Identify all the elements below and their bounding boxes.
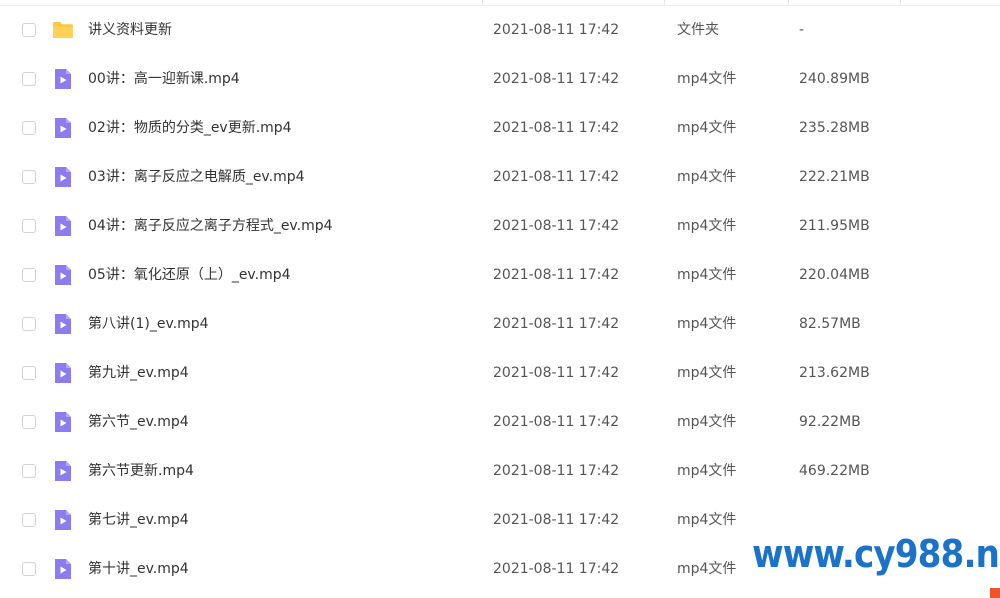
- file-type: mp4文件: [677, 316, 737, 332]
- video-file-icon: [52, 313, 74, 335]
- row-checkbox[interactable]: [22, 268, 36, 282]
- file-name[interactable]: 05讲：氧化还原（上）_ev.mp4: [88, 251, 291, 300]
- file-size: 469.22MB: [799, 463, 870, 479]
- video-file-icon: [52, 509, 74, 531]
- row-checkbox[interactable]: [22, 513, 36, 527]
- row-checkbox[interactable]: [22, 562, 36, 576]
- row-checkbox[interactable]: [22, 219, 36, 233]
- file-size: 211.95MB: [799, 218, 870, 234]
- file-list: 讲义资料更新 2021-08-11 17:42 文件夹 - 00讲：高一迎新课.…: [0, 6, 1000, 594]
- file-type: mp4文件: [677, 365, 737, 381]
- file-name[interactable]: 第七讲_ev.mp4: [88, 496, 189, 545]
- file-size: 240.89MB: [799, 71, 870, 87]
- file-row[interactable]: 02讲：物质的分类_ev更新.mp4 2021-08-11 17:42 mp4文…: [0, 104, 1000, 153]
- row-checkbox[interactable]: [22, 366, 36, 380]
- video-file-icon: [52, 117, 74, 139]
- file-type: mp4文件: [677, 512, 737, 528]
- file-type: mp4文件: [677, 218, 737, 234]
- row-checkbox[interactable]: [22, 72, 36, 86]
- modified-time: 2021-08-11 17:42: [493, 218, 620, 234]
- file-row[interactable]: 04讲：离子反应之离子方程式_ev.mp4 2021-08-11 17:42 m…: [0, 202, 1000, 251]
- file-name[interactable]: 第九讲_ev.mp4: [88, 349, 189, 398]
- modified-time: 2021-08-11 17:42: [493, 169, 620, 185]
- modified-time: 2021-08-11 17:42: [493, 267, 620, 283]
- file-type: mp4文件: [677, 463, 737, 479]
- modified-time: 2021-08-11 17:42: [493, 463, 620, 479]
- modified-time: 2021-08-11 17:42: [493, 316, 620, 332]
- file-size: 213.62MB: [799, 365, 870, 381]
- file-row[interactable]: 第六节_ev.mp4 2021-08-11 17:42 mp4文件 92.22M…: [0, 398, 1000, 447]
- file-row[interactable]: 第八讲(1)_ev.mp4 2021-08-11 17:42 mp4文件 82.…: [0, 300, 1000, 349]
- file-type: mp4文件: [677, 169, 737, 185]
- site-watermark: www.cy988.net: [752, 532, 1000, 576]
- file-type: 文件夹: [677, 22, 719, 38]
- file-name[interactable]: 讲义资料更新: [88, 6, 172, 55]
- file-size: 82.57MB: [799, 316, 861, 332]
- modified-time: 2021-08-11 17:42: [493, 365, 620, 381]
- modified-time: 2021-08-11 17:42: [493, 120, 620, 136]
- file-size: 222.21MB: [799, 169, 870, 185]
- file-type: mp4文件: [677, 267, 737, 283]
- video-file-icon: [52, 460, 74, 482]
- file-row[interactable]: 第六节更新.mp4 2021-08-11 17:42 mp4文件 469.22M…: [0, 447, 1000, 496]
- file-type: mp4文件: [677, 120, 737, 136]
- file-name[interactable]: 03讲：离子反应之电解质_ev.mp4: [88, 153, 305, 202]
- file-size: 92.22MB: [799, 414, 861, 430]
- row-checkbox[interactable]: [22, 170, 36, 184]
- modified-time: 2021-08-11 17:42: [493, 512, 620, 528]
- file-name[interactable]: 00讲：高一迎新课.mp4: [88, 55, 240, 104]
- file-type: mp4文件: [677, 561, 737, 577]
- file-type: mp4文件: [677, 71, 737, 87]
- file-size: 220.04MB: [799, 267, 870, 283]
- video-file-icon: [52, 558, 74, 580]
- file-row[interactable]: 00讲：高一迎新课.mp4 2021-08-11 17:42 mp4文件 240…: [0, 55, 1000, 104]
- row-checkbox[interactable]: [22, 121, 36, 135]
- file-name[interactable]: 第八讲(1)_ev.mp4: [88, 300, 209, 349]
- video-file-icon: [52, 166, 74, 188]
- row-checkbox[interactable]: [22, 317, 36, 331]
- video-file-icon: [52, 264, 74, 286]
- modified-time: 2021-08-11 17:42: [493, 561, 620, 577]
- file-name[interactable]: 04讲：离子反应之离子方程式_ev.mp4: [88, 202, 333, 251]
- file-size: 235.28MB: [799, 120, 870, 136]
- row-checkbox[interactable]: [22, 464, 36, 478]
- modified-time: 2021-08-11 17:42: [493, 414, 620, 430]
- video-file-icon: [52, 68, 74, 90]
- file-row[interactable]: 05讲：氧化还原（上）_ev.mp4 2021-08-11 17:42 mp4文…: [0, 251, 1000, 300]
- file-name[interactable]: 第六节更新.mp4: [88, 447, 194, 496]
- modified-time: 2021-08-11 17:42: [493, 71, 620, 87]
- video-file-icon: [52, 362, 74, 384]
- file-type: mp4文件: [677, 414, 737, 430]
- row-checkbox[interactable]: [22, 415, 36, 429]
- file-name[interactable]: 第十讲_ev.mp4: [88, 545, 189, 594]
- file-name[interactable]: 02讲：物质的分类_ev更新.mp4: [88, 104, 292, 153]
- file-row[interactable]: 第九讲_ev.mp4 2021-08-11 17:42 mp4文件 213.62…: [0, 349, 1000, 398]
- file-name[interactable]: 第六节_ev.mp4: [88, 398, 189, 447]
- modified-time: 2021-08-11 17:42: [493, 22, 620, 38]
- file-row[interactable]: 讲义资料更新 2021-08-11 17:42 文件夹 -: [0, 6, 1000, 55]
- video-file-icon: [52, 411, 74, 433]
- video-file-icon: [52, 215, 74, 237]
- file-row[interactable]: 03讲：离子反应之电解质_ev.mp4 2021-08-11 17:42 mp4…: [0, 153, 1000, 202]
- corner-mark: [990, 588, 1000, 598]
- file-size: -: [799, 22, 805, 38]
- folder-icon: [52, 19, 74, 41]
- file-manager-screen: 讲义资料更新 2021-08-11 17:42 文件夹 - 00讲：高一迎新课.…: [0, 0, 1000, 598]
- row-checkbox[interactable]: [22, 23, 36, 37]
